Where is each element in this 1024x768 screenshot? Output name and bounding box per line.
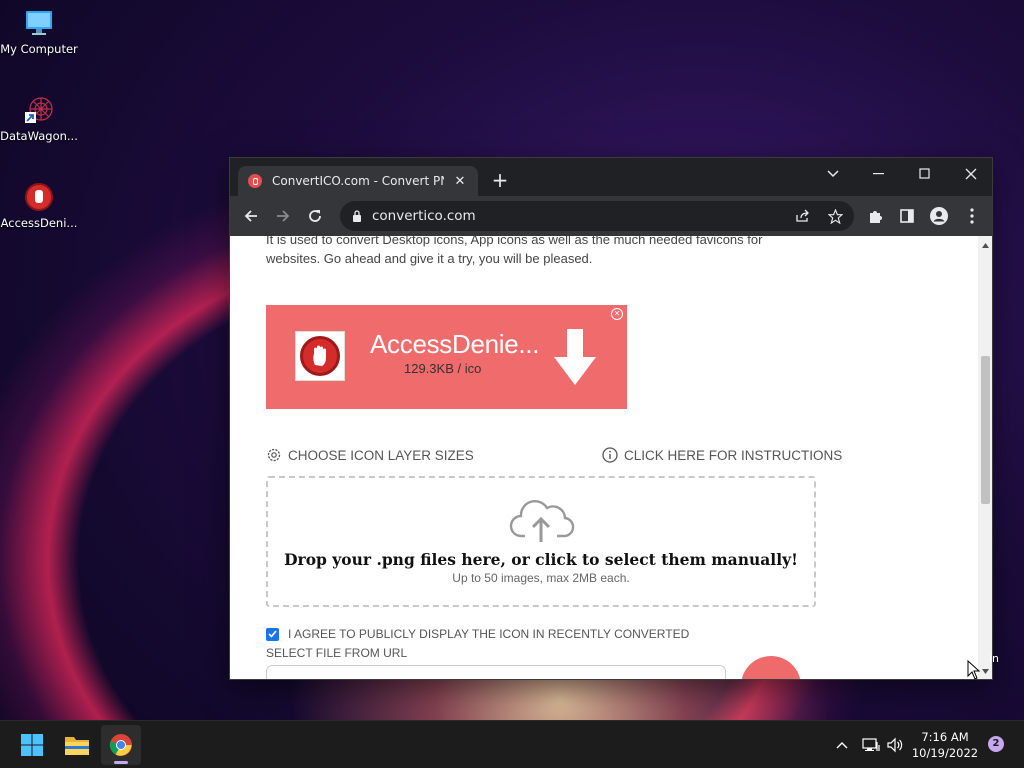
cloud-upload-icon — [509, 500, 575, 542]
close-window-button[interactable] — [948, 158, 992, 190]
maximize-button[interactable] — [902, 158, 948, 190]
notification-badge[interactable]: 2 — [988, 736, 1004, 752]
extensions-icon[interactable] — [859, 200, 891, 232]
side-panel-icon[interactable] — [891, 200, 923, 232]
url-submit-button[interactable] — [741, 656, 801, 679]
clock-time: 7:16 AM — [921, 730, 969, 744]
intro-line: websites. Go ahead and give it a try, yo… — [266, 251, 593, 266]
info-icon — [602, 447, 618, 463]
url-text: convertico.com — [372, 208, 476, 224]
bookmark-star-icon[interactable] — [820, 201, 850, 231]
taskbar-clock[interactable]: 7:16 AM 10/19/2022 — [910, 729, 980, 761]
gear-icon — [267, 448, 281, 462]
converted-file-name: AccessDenie... — [370, 329, 540, 359]
browser-tab[interactable]: ConvertICO.com - Convert PNG t ✕ — [238, 166, 478, 196]
agree-checkbox[interactable] — [266, 627, 279, 641]
banner-close-icon[interactable]: ✕ — [611, 308, 623, 320]
file-dropzone[interactable]: Drop your .png files here, or click to s… — [266, 476, 816, 607]
desktop-icon-datawagon[interactable]: DataWagon... — [0, 95, 78, 143]
stop-hand-icon — [300, 336, 340, 376]
desktop-icon-label: AccessDeni... — [0, 216, 78, 230]
instructions-link[interactable]: CLICK HERE FOR INSTRUCTIONS — [602, 447, 842, 463]
browser-toolbar: convertico.com — [230, 196, 992, 236]
back-button[interactable] — [235, 200, 267, 232]
partial-text: in — [989, 652, 1000, 665]
address-bar[interactable]: convertico.com — [340, 201, 854, 231]
favicon-icon — [248, 174, 262, 188]
monitor-icon — [26, 11, 52, 35]
page-viewport: It is used to convert Desktop icons, App… — [230, 236, 978, 679]
network-icon[interactable] — [860, 721, 882, 768]
stop-hand-icon — [25, 183, 53, 211]
tab-close-icon[interactable]: ✕ — [452, 174, 468, 189]
desktop-icon-my-computer[interactable]: My Computer — [0, 8, 78, 56]
converted-file-size: 129.3KB / ico — [404, 361, 482, 376]
new-tab-button[interactable]: + — [488, 170, 512, 190]
reload-button[interactable] — [299, 200, 331, 232]
agree-row: I AGREE TO PUBLICLY DISPLAY THE ICON IN … — [266, 627, 689, 641]
agree-label: I AGREE TO PUBLICLY DISPLAY THE ICON IN … — [288, 627, 690, 641]
taskbar: 7:16 AM 10/19/2022 — [0, 720, 1024, 768]
mouse-cursor-icon — [967, 660, 981, 680]
url-field-label: SELECT FILE FROM URL — [266, 646, 408, 660]
chrome-taskbar-button[interactable] — [101, 725, 141, 765]
intro-paragraph: It is used to convert Desktop icons, App… — [266, 236, 826, 268]
browser-titlebar: ConvertICO.com - Convert PNG t ✕ + — [230, 158, 992, 196]
menu-kebab-icon[interactable] — [956, 200, 988, 232]
instructions-label: CLICK HERE FOR INSTRUCTIONS — [624, 447, 843, 463]
tab-search-icon[interactable] — [810, 158, 856, 190]
share-icon[interactable] — [788, 201, 818, 231]
dropzone-title: Drop your .png files here, or click to s… — [284, 550, 798, 569]
choose-sizes-label: CHOOSE ICON LAYER SIZES — [288, 447, 474, 463]
file-explorer-button[interactable] — [57, 725, 97, 765]
folder-icon — [65, 737, 89, 755]
choose-sizes-link[interactable]: CHOOSE ICON LAYER SIZES — [266, 447, 474, 463]
volume-icon[interactable] — [884, 721, 906, 768]
scrollbar-thumb[interactable] — [981, 356, 990, 504]
file-url-input[interactable] — [266, 665, 726, 679]
lock-icon — [353, 210, 361, 222]
desktop-icon-label: My Computer — [0, 42, 78, 56]
intro-line: It is used to convert Desktop icons, App… — [266, 236, 763, 247]
dropzone-subtitle: Up to 50 images, max 2MB each. — [452, 571, 630, 585]
tab-title: ConvertICO.com - Convert PNG t — [272, 174, 444, 188]
scroll-up-arrow[interactable] — [978, 238, 992, 252]
profile-icon[interactable] — [923, 200, 955, 232]
start-button[interactable] — [12, 725, 52, 765]
clock-date: 10/19/2022 — [911, 746, 979, 760]
minimize-button[interactable] — [856, 158, 902, 190]
show-hidden-icons-button[interactable] — [832, 721, 852, 768]
chrome-icon — [109, 734, 132, 756]
converted-icon-banner[interactable]: AccessDenie... 129.3KB / ico ✕ — [266, 305, 627, 409]
page-scrollbar[interactable] — [978, 236, 992, 679]
browser-window: ConvertICO.com - Convert PNG t ✕ + conve… — [229, 157, 993, 680]
desktop-icon-accessdenied[interactable]: AccessDeni... — [0, 182, 78, 230]
datawagon-icon — [25, 97, 53, 123]
windows-logo-icon — [21, 734, 43, 756]
forward-button[interactable] — [267, 200, 299, 232]
desktop-icon-label: DataWagon... — [0, 129, 78, 143]
download-arrow-icon[interactable] — [554, 329, 596, 389]
converted-icon-thumbnail — [295, 331, 345, 381]
active-indicator — [114, 761, 128, 764]
